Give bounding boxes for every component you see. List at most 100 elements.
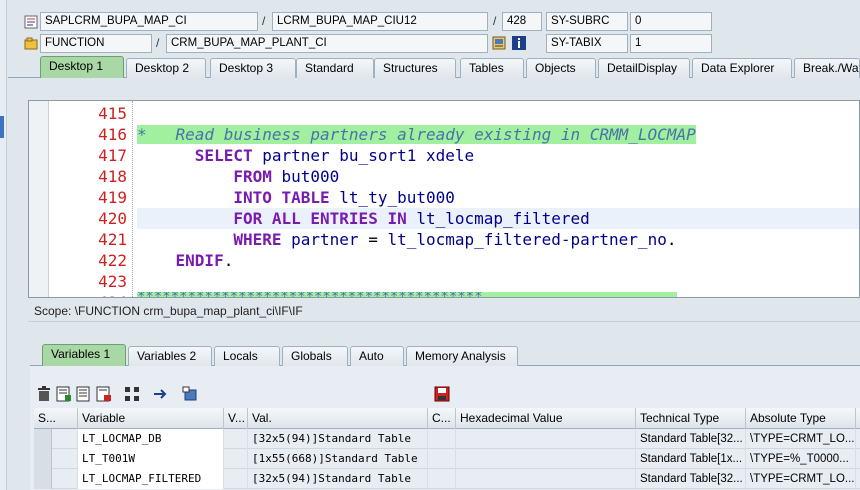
code-keyword: SELECT [194,146,253,165]
row-selector[interactable] [34,429,52,449]
absolute-type-cell: \TYPE=%_T0000... [746,449,856,469]
tab-breakpoints-watchpoints[interactable]: Break./Watc [794,58,860,78]
insert-row-icon[interactable] [56,386,72,402]
sysvar1-value-field[interactable]: 0 [630,12,712,31]
tab-desktop-3[interactable]: Desktop 3 [210,58,296,78]
c-cell [428,429,456,449]
tab-detail-display[interactable]: DetailDisplay [598,58,690,78]
hex-cell [456,449,636,469]
variable-cell[interactable]: LT_T001W [78,449,224,469]
code-line[interactable] [137,271,859,292]
absolute-type-cell: \TYPE=CRMT_LO... [746,469,856,489]
row-selector[interactable] [34,449,52,469]
line-number: 417 [98,146,127,165]
value-cell[interactable]: [32x5(94)]Standard Table [248,469,428,489]
line-number: 419 [98,188,127,207]
code-token: partner bu_sort1 xdele [252,146,475,165]
tab-variables-2[interactable]: Variables 2 [128,346,212,366]
table-row[interactable]: LT_T001W [1x55(668)]Standard Table Stand… [34,449,860,469]
value-cell[interactable]: [1x55(668)]Standard Table [248,449,428,469]
editor-gutter [29,101,49,297]
grid-header-cell[interactable]: Variable [78,408,224,429]
tab-desktop-1[interactable]: Desktop 1 [40,56,124,78]
grid-header-cell[interactable]: Hexadecimal Value [456,408,636,429]
code-line[interactable]: ENDIF. [137,250,859,271]
tab-globals[interactable]: Globals [282,346,348,366]
hex-cell [456,429,636,449]
code-token: . [666,230,677,249]
table-row[interactable]: LT_LOCMAP_FILTERED [32x5(94)]Standard Ta… [34,469,860,489]
technical-type-cell: Standard Table[1x... [636,449,746,469]
v-cell [224,469,248,489]
variable-cell[interactable]: LT_LOCMAP_DB [78,429,224,449]
tab-tables[interactable]: Tables [460,58,524,78]
tab-desktop-2[interactable]: Desktop 2 [126,58,206,78]
code-line[interactable]: SELECT partner bu_sort1 xdele [137,145,859,166]
code-line[interactable]: FOR ALL ENTRIES IN lt_locmap_filtered [137,208,859,229]
tab-memory-analysis[interactable]: Memory Analysis [406,346,518,366]
sysvar2-value-field[interactable]: 1 [630,34,712,53]
tab-auto[interactable]: Auto [350,346,404,366]
grid-header-cell[interactable]: V... [224,408,248,429]
append-row-icon[interactable] [76,386,92,402]
variable-cell[interactable]: LT_LOCMAP_FILTERED [78,469,224,489]
tab-data-explorer[interactable]: Data Explorer [692,58,792,78]
status-cell [52,429,78,449]
code-line[interactable]: WHERE partner = lt_locmap_filtered-partn… [137,229,859,250]
comment-star-line: ****************************************… [137,292,677,297]
left-edge-marker [0,116,4,138]
name-field[interactable]: CRM_BUPA_MAP_PLANT_CI [166,34,488,53]
delete-icon[interactable] [36,386,52,402]
code-keyword: FOR ALL ENTRIES IN [233,209,407,228]
row-selector[interactable] [34,469,52,489]
fold-guide [132,101,133,297]
code-line[interactable]: * Read business partners already existin… [137,124,859,145]
tab-objects[interactable]: Objects [526,58,596,78]
source-code-editor[interactable]: 415 416 417 418 419 420 421 422 423 424 … [28,100,860,298]
tab-standard[interactable]: Standard [296,58,374,78]
tab-locals[interactable]: Locals [214,346,280,366]
c-cell [428,469,456,489]
code-keyword: INTO TABLE [233,188,330,207]
grid-header-cell[interactable]: Absolute Type [746,408,856,429]
program-icon [24,15,38,29]
grid-header-cell[interactable]: C... [428,408,456,429]
grid-header: S... Variable V... Val. C... Hexadecimal… [34,408,860,429]
separator-1: / [262,14,266,28]
code-line[interactable]: FROM but000 [137,166,859,187]
line-number: 415 [98,104,127,123]
object-icon[interactable] [182,386,198,402]
jump-icon[interactable] [152,386,168,402]
grid-header-cell[interactable]: S... [34,408,78,429]
variables-tab-bar: Variables 1 Variables 2 Locals Globals A… [30,344,860,366]
display-icon[interactable] [492,36,506,50]
grid-header-cell[interactable]: Val. [248,408,428,429]
include-field[interactable]: LCRM_BUPA_MAP_CIU12 [272,12,488,31]
tree-icon[interactable] [124,386,140,402]
value-cell[interactable]: [32x5(94)]Standard Table [248,429,428,449]
grid-header-cell[interactable]: Technical Type [636,408,746,429]
code-token: but000 [271,167,340,186]
sysvar2-name-field[interactable]: SY-TABIX [546,34,628,53]
scope-label: Scope: \FUNCTION crm_bupa_map_plant_ci\I… [28,302,860,322]
delete-row-icon[interactable] [96,386,112,402]
line-number: 416 [98,125,127,144]
code-keyword: WHERE [233,230,282,249]
code-line[interactable] [137,103,859,124]
line-field[interactable]: 428 [502,12,542,31]
separator-2: / [493,14,497,28]
info-icon[interactable] [512,36,526,50]
type-field[interactable]: FUNCTION [40,34,152,53]
code-comment: * Read business partners already existin… [137,125,696,144]
save-icon[interactable] [434,386,450,402]
sysvar1-name-field[interactable]: SY-SUBRC [546,12,628,31]
code-token: partner [281,230,369,249]
variables-grid[interactable]: S... Variable V... Val. C... Hexadecimal… [34,408,860,490]
tab-variables-1[interactable]: Variables 1 [42,344,126,366]
table-row[interactable]: LT_LOCMAP_DB [32x5(94)]Standard Table St… [34,429,860,449]
code-line[interactable]: INTO TABLE lt_ty_but000 [137,187,859,208]
tab-structures[interactable]: Structures [374,58,456,78]
line-number: 421 [98,230,127,249]
program-field[interactable]: SAPLCRM_BUPA_MAP_CI [40,12,258,31]
